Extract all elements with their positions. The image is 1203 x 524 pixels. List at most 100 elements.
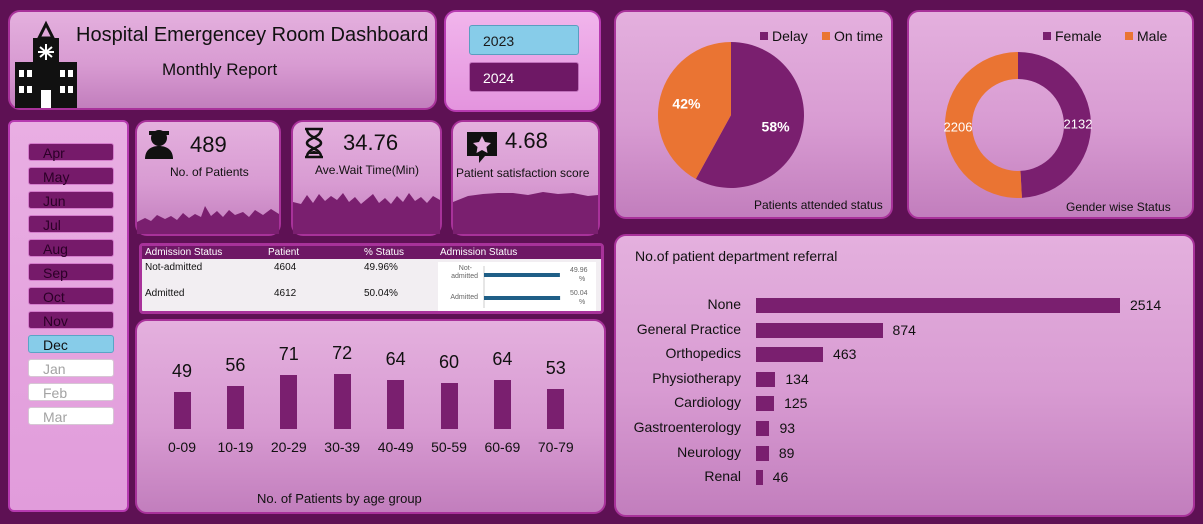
dept-label: Orthopedics xyxy=(665,345,741,362)
month-button-jan[interactable]: Jan xyxy=(28,359,114,377)
mini-chart-value: % xyxy=(579,276,585,283)
attended-chart-title: Patients attended status xyxy=(754,198,883,212)
dept-value: 46 xyxy=(772,469,789,486)
dept-value: 125 xyxy=(784,395,808,412)
legend-label-male: Male xyxy=(1137,28,1168,44)
age-category-label: 20-29 xyxy=(270,439,307,455)
age-bar-60-69 xyxy=(493,380,511,429)
dept-value: 463 xyxy=(833,346,857,363)
month-slicer: Apr May Jun Jul Aug Sep Oct Nov Dec Jan … xyxy=(8,120,129,512)
kpi-wait-label: Ave.Wait Time(Min) xyxy=(315,163,420,177)
month-button-mar[interactable]: Mar xyxy=(28,407,114,425)
age-category-label: 30-39 xyxy=(324,439,361,455)
user-icon xyxy=(145,130,173,159)
age-category-label: 0-09 xyxy=(167,439,197,455)
age-chart-title: No. of Patients by age group xyxy=(257,491,422,506)
table-header-status: Admission Status xyxy=(145,247,223,258)
age-bar-0-09 xyxy=(173,391,191,429)
hourglass-icon xyxy=(305,127,323,159)
mini-chart-label: Admitted xyxy=(450,294,478,301)
patients-sparkline xyxy=(137,206,279,234)
month-button-oct[interactable]: Oct xyxy=(28,287,114,305)
month-button-sep[interactable]: Sep xyxy=(28,263,114,281)
dept-label: Cardiology xyxy=(674,394,741,411)
gender-chart-title: Gender wise Status xyxy=(1066,200,1171,214)
dept-label: None xyxy=(707,296,741,312)
dept-label: General Practice xyxy=(636,320,741,337)
dept-value: 89 xyxy=(778,444,795,461)
age-category-label: 40-49 xyxy=(377,439,414,455)
year-button-2023[interactable]: 2023 xyxy=(469,25,579,55)
month-button-nov[interactable]: Nov xyxy=(28,311,114,329)
table-cell: Admitted xyxy=(145,288,185,299)
legend-label-female: Female xyxy=(1055,28,1102,44)
dept-label: Neurology xyxy=(677,443,741,460)
mini-chart-bar-not-admitted xyxy=(484,273,560,277)
age-bar-10-19 xyxy=(226,386,244,429)
age-category-label: 60-69 xyxy=(484,439,521,455)
table-cell: 4612 xyxy=(274,288,297,299)
legend-female: Female xyxy=(1043,28,1102,44)
age-category-label: 50-59 xyxy=(431,439,467,455)
dept-label: Renal xyxy=(704,468,741,485)
dept-bar xyxy=(756,470,763,486)
header-panel: Hospital Emergencey Room Dashboard Month… xyxy=(8,10,437,110)
kpi-satisfaction-value: 4.68 xyxy=(505,128,548,153)
table-header-pct: % Status xyxy=(364,247,405,258)
age-bar-70-79 xyxy=(547,388,565,429)
dept-bar xyxy=(756,322,883,338)
age-group-chart: No. of Patients by age group 49 0-09 56 10-… xyxy=(135,319,606,514)
admission-table: Admission Status Patient % Status Admiss… xyxy=(139,243,604,314)
donut-slice-male-label: 2206 xyxy=(944,120,973,135)
age-bar-50-59 xyxy=(440,383,458,429)
age-bar-value: 71 xyxy=(278,343,299,364)
kpi-patients-value: 489 xyxy=(190,132,227,157)
dept-bar xyxy=(756,371,776,387)
dept-value: 134 xyxy=(785,370,809,387)
age-category-label: 10-19 xyxy=(217,439,254,455)
age-bar-value: 64 xyxy=(492,349,513,370)
table-header-chart: Admission Status xyxy=(440,247,518,258)
mini-chart-value: % xyxy=(579,299,585,306)
pie-slice-on-time-label: 42% xyxy=(672,96,701,112)
legend-swatch-on-time xyxy=(822,32,830,40)
dept-bar xyxy=(756,347,824,363)
attended-pie: 58% 42% xyxy=(658,42,804,188)
month-button-jun[interactable]: Jun xyxy=(28,191,114,209)
month-button-aug[interactable]: Aug xyxy=(28,239,114,257)
kpi-satisfaction: 4.68 Patient satisfaction score xyxy=(451,120,600,236)
department-referral-chart: No.of patient department referral None 25… xyxy=(614,234,1195,517)
legend-swatch-female xyxy=(1043,32,1051,40)
dept-value: 2514 xyxy=(1130,297,1162,313)
age-bar-40-49 xyxy=(387,380,405,429)
satisfaction-sparkline xyxy=(453,192,598,234)
star-icon xyxy=(467,132,497,163)
gender-status-chart: Female Male 2132 2206 Gender wise Status xyxy=(907,10,1194,219)
year-slicer: 2023 2024 xyxy=(444,10,601,112)
legend-label-on-time: On time xyxy=(834,28,884,44)
legend-on-time: On time xyxy=(822,28,883,44)
month-button-apr[interactable]: Apr xyxy=(28,143,114,161)
mini-chart-value: 50.04 xyxy=(570,290,588,297)
age-bar-30-39 xyxy=(333,374,351,429)
mini-chart-label: admitted xyxy=(451,273,478,280)
mini-chart-label: Not- xyxy=(459,265,473,272)
wait-time-sparkline xyxy=(293,193,440,234)
age-bar-value: 72 xyxy=(332,343,353,363)
pie-slice-delay-label: 58% xyxy=(762,118,791,134)
table-cell: 49.96% xyxy=(364,262,398,273)
dept-label: Gastroenterology xyxy=(633,419,741,435)
page-subtitle: Monthly Report xyxy=(162,60,278,79)
month-button-feb[interactable]: Feb xyxy=(28,383,114,401)
admission-table-header: Admission Status Patient % Status Admiss… xyxy=(142,246,601,259)
age-bar-value: 53 xyxy=(545,357,566,378)
age-bar-value: 49 xyxy=(171,360,193,381)
dept-bar xyxy=(756,445,769,461)
hospital-icon xyxy=(15,20,77,108)
table-cell: 4604 xyxy=(274,262,297,273)
month-button-dec[interactable]: Dec xyxy=(28,335,114,353)
year-button-2024[interactable]: 2024 xyxy=(469,62,579,92)
month-button-jul[interactable]: Jul xyxy=(28,215,114,233)
month-button-may[interactable]: May xyxy=(28,167,114,185)
kpi-patients: 489 No. of Patients xyxy=(135,120,281,236)
